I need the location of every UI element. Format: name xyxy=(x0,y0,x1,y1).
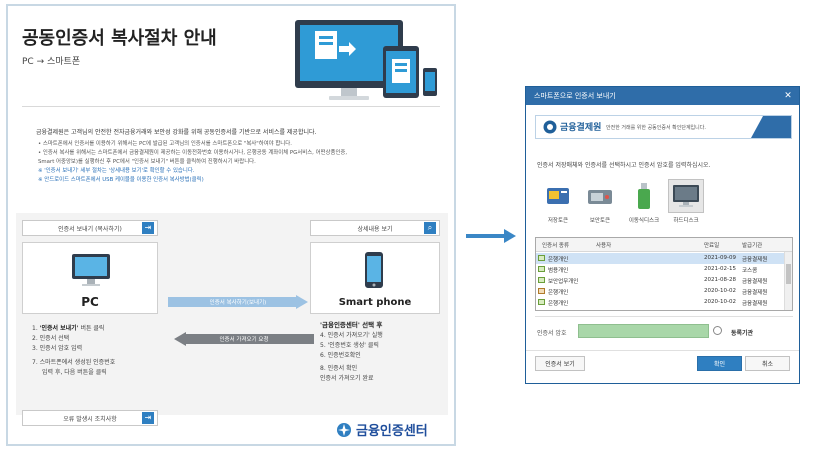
security-token-icon xyxy=(588,190,612,204)
pc-step-7b: 입력 후, 다음 버튼을 클릭 xyxy=(42,368,107,376)
detail-view-label: 상세내용 보기 xyxy=(357,225,393,233)
storage-token-icon xyxy=(547,188,569,204)
note-detail: ※ '인증서 보내기' 세부 절차는 '상세내용 보기'로 확인할 수 있습니다… xyxy=(38,167,195,174)
device-hard-disk[interactable]: 하드디스크 xyxy=(668,179,704,224)
phone-step-5: 5. '인증번호 생성' 클릭 xyxy=(320,341,379,349)
phone-steps: '금융인증센터' 선택 후 4. 인증서 가져오기' 실행 5. '인증번호 생… xyxy=(320,320,383,384)
banner-logo-text: 금융결제원 xyxy=(560,123,602,133)
cancel-button[interactable]: 취소 xyxy=(745,356,790,371)
hero-illustration xyxy=(295,20,437,100)
error-action-button[interactable]: 오류 발생시 조치사항 ⇥ xyxy=(22,410,158,426)
phone-step-8: 8. 인증서 확인 xyxy=(320,365,358,373)
table-scrollbar[interactable] xyxy=(784,252,792,310)
send-cert-button[interactable]: 인증서 보내기 (복사하기) ⇥ xyxy=(22,220,158,236)
pc-label: PC xyxy=(81,295,99,309)
detail-view-button[interactable]: 상세내용 보기 ⌕ xyxy=(310,220,440,236)
banner-stripe xyxy=(751,116,791,138)
table-row[interactable]: 은행개인 2020-10-02 금융결제원 xyxy=(536,286,784,297)
col-type: 인증서 종류 xyxy=(542,243,570,249)
pc-step-3: 3. 인증서 암호 입력 xyxy=(32,344,83,352)
bullet-1: • 스마트폰에서 인증서를 이용하기 위해서는 PC에 발급된 고객님의 인증서… xyxy=(38,141,292,147)
bullet-2: • 인증서 복사를 위해서는 스마트폰에서 금융결제원이 제공하는 이동전화번호… xyxy=(38,149,348,156)
col-user: 사용자 xyxy=(596,243,612,249)
cert-icon xyxy=(538,266,545,272)
search-icon: ⌕ xyxy=(424,222,436,234)
ok-button[interactable]: 확인 xyxy=(697,356,742,371)
guide-intro: 금융결제원은 고객님의 안전한 전자금융거래와 보안성 강화를 위해 공동인증서… xyxy=(36,129,317,136)
cert-icon xyxy=(538,299,545,305)
cert-icon xyxy=(538,277,545,283)
copy-arrow: 인증서 복사하기(보내기) xyxy=(168,295,308,309)
col-issuer: 발급기관 xyxy=(742,243,763,249)
phone-step-4: 4. 인증서 가져오기' 실행 xyxy=(320,331,383,339)
password-label: 인증서 암호 xyxy=(537,330,567,337)
guide-title: 공동인증서 복사절차 안내 xyxy=(22,28,217,49)
export-icon: ⇥ xyxy=(142,412,154,424)
cert-table: 인증서 종류 사용자 만료일 발급기관 은행개인 2021-09-09 금융결제… xyxy=(535,237,793,311)
request-arrow-label: 인증서 가져오기 요청 xyxy=(219,337,269,343)
device-label: 저장토큰 xyxy=(547,218,569,224)
pc-step-1: 1. '인증서 보내기' 버튼 클릭 xyxy=(32,325,105,332)
phone-box: Smart phone xyxy=(310,242,440,314)
pc-step-2: 2. 인증서 선택 xyxy=(32,334,70,342)
pc-box: PC xyxy=(22,242,158,314)
dialog-banner: 금융결제원 안전한 거래를 위한 공동인증서 확인단계입니다. xyxy=(535,115,792,139)
cert-table-header: 인증서 종류 사용자 만료일 발급기관 xyxy=(536,238,792,252)
phone-step-8b: 인증서 가져오기 완료 xyxy=(320,375,374,383)
phone-steps-title: '금융인증센터' 선택 후 xyxy=(320,321,383,329)
table-row[interactable]: 은행개인 2020-10-02 금융결제원 xyxy=(536,297,784,308)
device-usb-drive[interactable]: 이동식디스크 xyxy=(626,179,662,224)
export-icon: ⇥ xyxy=(142,222,154,234)
view-cert-button[interactable]: 인증서 보기 xyxy=(535,356,585,371)
device-label: 보안토큰 xyxy=(589,218,611,224)
copy-arrow-label: 인증서 복사하기(보내기) xyxy=(209,300,267,306)
dialog-titlebar: 스마트폰으로 인증서 보내기 xyxy=(526,87,799,105)
pc-steps: 1. '인증서 보내기' 버튼 클릭 2. 인증서 선택 3. 인증서 암호 입… xyxy=(32,324,115,377)
col-expiry: 만료일 xyxy=(704,243,720,249)
phone-step-6: 6. 인증번호확인 xyxy=(320,351,361,359)
scrollbar-thumb[interactable] xyxy=(786,264,791,284)
close-icon[interactable]: ✕ xyxy=(782,90,794,102)
table-row[interactable]: 보안업무개인 2021-08-28 금융결제원 xyxy=(536,275,784,286)
error-action-label: 오류 발생시 조치사항 xyxy=(63,415,117,423)
bullet-3: Smart 어중앙보)를 실행하신 후 PC에서 "인증서 보내기" 버튼을 클… xyxy=(38,158,256,165)
note-usb-link[interactable]: ※ 안드로이드 스마트폰에서 USB 케이블을 이용한 인증서 복사방법(클릭) xyxy=(38,176,448,185)
device-storage-token[interactable]: 저장토큰 xyxy=(540,179,576,224)
banner-description: 안전한 거래를 위한 공동인증서 확인단계입니다. xyxy=(606,125,706,131)
flow-arrow-icon xyxy=(466,229,516,243)
kftc-logo-icon xyxy=(543,120,557,134)
table-row[interactable]: 범용개인 2021-02-15 코스콤 xyxy=(536,264,784,275)
cert-expired-icon xyxy=(538,288,545,294)
device-label: 이동식디스크 xyxy=(628,218,660,224)
dialog-title: 스마트폰으로 인증서 보내기 xyxy=(534,92,616,100)
guide-subtitle: PC → 스마트폰 xyxy=(22,57,81,67)
divider xyxy=(526,350,799,351)
logo-mark-icon xyxy=(337,423,351,437)
divider xyxy=(535,316,793,317)
hard-disk-icon xyxy=(673,185,699,207)
device-security-token[interactable]: 보안토큰 xyxy=(582,179,618,224)
send-cert-label: 인증서 보내기 (복사하기) xyxy=(58,225,122,233)
guide-panel: 공동인증서 복사절차 안내 PC → 스마트폰 금융결제원은 고객님의 안전한 … xyxy=(6,4,456,446)
cert-icon xyxy=(538,255,545,261)
device-label: 하드디스크 xyxy=(673,218,699,224)
send-cert-dialog: 스마트폰으로 인증서 보내기 ✕ 금융결제원 안전한 거래를 위한 공동인증서 … xyxy=(525,86,800,384)
table-row[interactable]: 은행개인 2021-09-09 금융결제원 xyxy=(536,253,784,264)
usb-drive-icon xyxy=(638,183,650,209)
dialog-instruction: 인증서 저장매체와 인증서를 선택하시고 인증서 암호를 입력하십시오. xyxy=(537,162,711,169)
phone-label: Smart phone xyxy=(338,297,412,308)
password-field[interactable] xyxy=(578,324,709,338)
guide-divider xyxy=(22,106,440,107)
footer-logo-text: 금융인증센터 xyxy=(356,424,428,439)
monitor-icon xyxy=(72,254,110,286)
request-arrow: 인증서 가져오기 요청 xyxy=(174,332,314,346)
pc-step-7: 7. 스마트폰에서 생성된 인증번호 xyxy=(32,358,116,366)
smartphone-icon xyxy=(365,252,383,288)
virtual-keyboard-icon[interactable] xyxy=(713,326,722,335)
secure-input-label[interactable]: 동록기관 xyxy=(731,328,753,337)
guide-bullets: • 스마트폰에서 인증서를 이용하기 위해서는 PC에 발급된 고객님의 인증서… xyxy=(38,140,448,185)
